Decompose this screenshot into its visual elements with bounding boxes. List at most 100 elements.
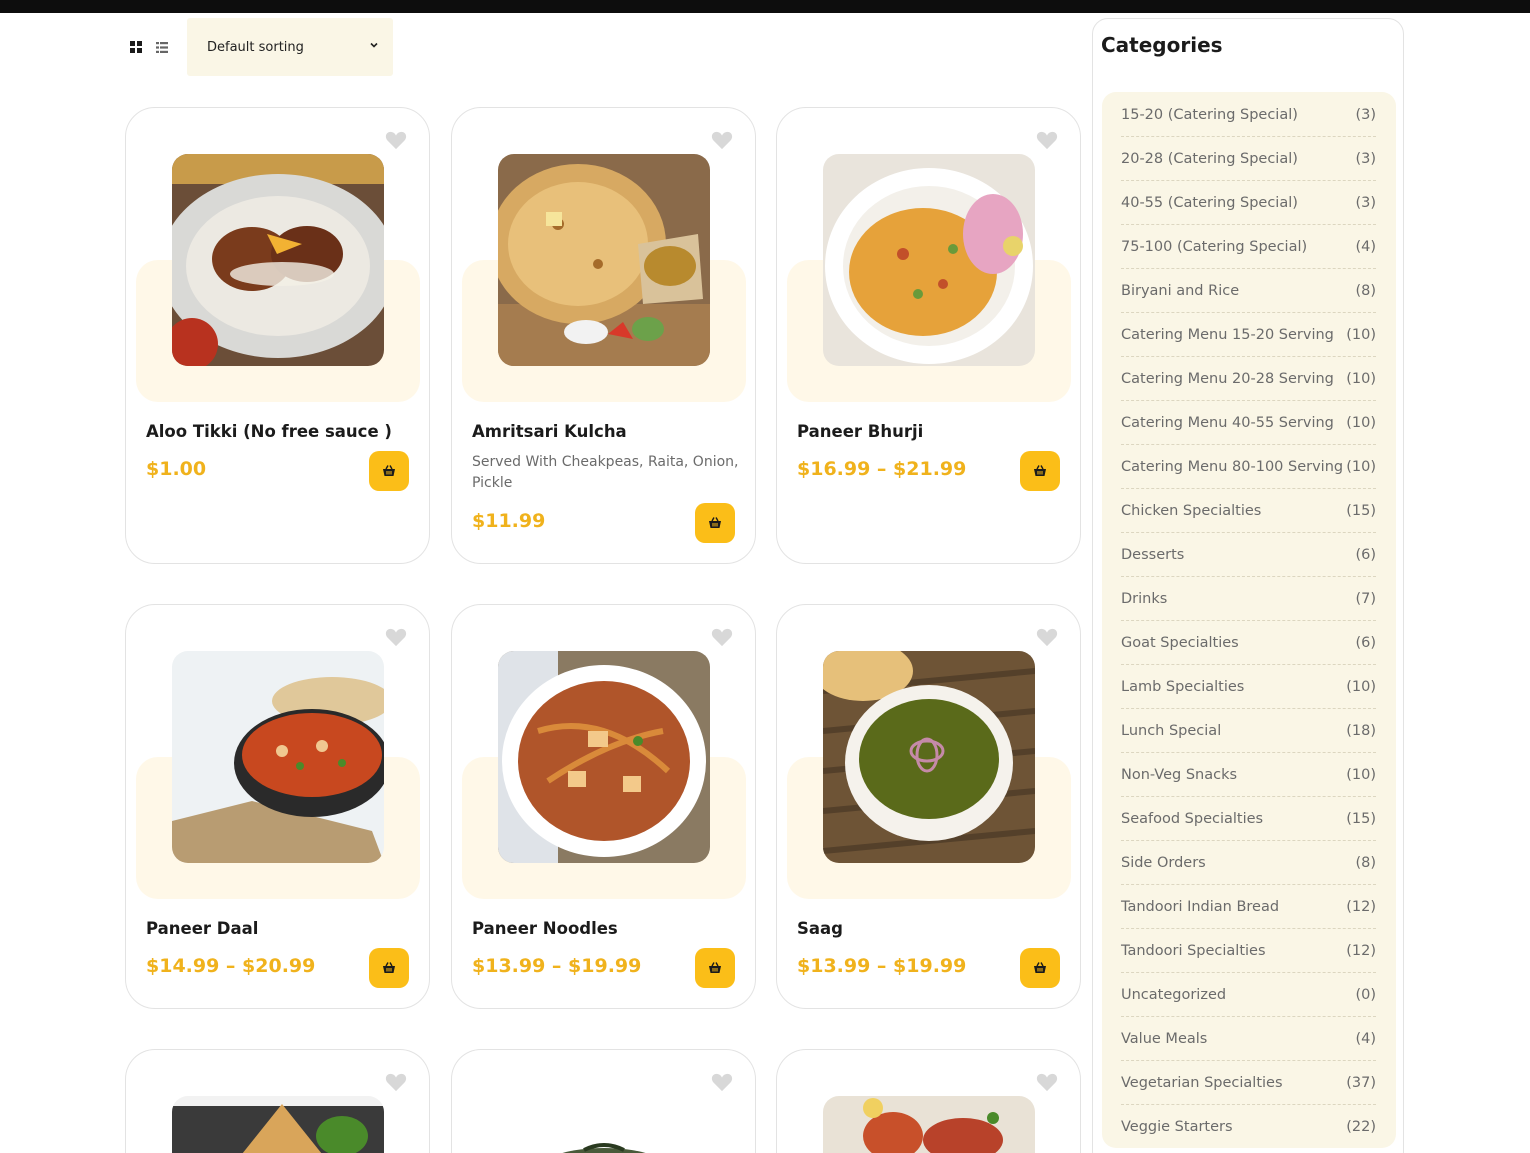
category-item[interactable]: Side Orders (8): [1121, 841, 1376, 885]
product-title[interactable]: Paneer Bhurji: [797, 422, 923, 441]
category-item[interactable]: Tandoori Indian Bread (12): [1121, 885, 1376, 929]
list-view-icon[interactable]: [152, 37, 172, 57]
category-item[interactable]: Catering Menu 40-55 Serving (10): [1121, 401, 1376, 445]
category-item[interactable]: Non-Veg Snacks (10): [1121, 753, 1376, 797]
product-title[interactable]: Paneer Noodles: [472, 919, 618, 938]
wishlist-heart-icon[interactable]: [711, 1072, 733, 1092]
product-image[interactable]: [823, 651, 1035, 863]
product-card[interactable]: [125, 1049, 430, 1153]
product-image[interactable]: [172, 154, 384, 366]
wishlist-heart-icon[interactable]: [711, 627, 733, 647]
category-name[interactable]: Side Orders: [1121, 855, 1206, 871]
basket-icon: [383, 465, 395, 476]
category-item[interactable]: 15-20 (Catering Special) (3): [1121, 93, 1376, 137]
category-name[interactable]: Catering Menu 80-100 Serving: [1121, 459, 1343, 475]
wishlist-heart-icon[interactable]: [385, 130, 407, 150]
category-name[interactable]: Biryani and Rice: [1121, 283, 1239, 299]
product-price: $13.99 – $19.99: [472, 955, 642, 977]
product-card[interactable]: Saag $13.99 – $19.99: [776, 604, 1081, 1009]
product-card[interactable]: Paneer Daal $14.99 – $20.99: [125, 604, 430, 1009]
category-name[interactable]: Catering Menu 15-20 Serving: [1121, 327, 1334, 343]
category-name[interactable]: Lunch Special: [1121, 723, 1221, 739]
product-image[interactable]: [172, 1096, 384, 1153]
wishlist-heart-icon[interactable]: [1036, 1072, 1058, 1092]
category-name[interactable]: Veggie Starters: [1121, 1119, 1233, 1135]
category-name[interactable]: Tandoori Indian Bread: [1121, 899, 1279, 915]
add-to-cart-button[interactable]: [1020, 451, 1060, 491]
product-card[interactable]: [451, 1049, 756, 1153]
basket-icon: [1034, 962, 1046, 973]
category-item[interactable]: Biryani and Rice (8): [1121, 269, 1376, 313]
category-item[interactable]: Goat Specialties (6): [1121, 621, 1376, 665]
grid-view-icon[interactable]: [126, 37, 146, 57]
category-count: (10): [1346, 766, 1376, 783]
product-card[interactable]: Paneer Noodles $13.99 – $19.99: [451, 604, 756, 1009]
add-to-cart-button[interactable]: [695, 503, 735, 543]
category-count: (3): [1355, 150, 1376, 167]
category-item[interactable]: Uncategorized (0): [1121, 973, 1376, 1017]
wishlist-heart-icon[interactable]: [711, 130, 733, 150]
category-name[interactable]: Vegetarian Specialties: [1121, 1075, 1283, 1091]
product-title[interactable]: Paneer Daal: [146, 919, 258, 938]
product-image[interactable]: [498, 1096, 710, 1153]
category-name[interactable]: 15-20 (Catering Special): [1121, 107, 1298, 123]
wishlist-heart-icon[interactable]: [385, 627, 407, 647]
category-name[interactable]: 75-100 (Catering Special): [1121, 239, 1307, 255]
category-name[interactable]: 40-55 (Catering Special): [1121, 195, 1298, 211]
add-to-cart-button[interactable]: [369, 948, 409, 988]
product-title[interactable]: Amritsari Kulcha: [472, 422, 627, 441]
category-name[interactable]: 20-28 (Catering Special): [1121, 151, 1298, 167]
category-item[interactable]: Veggie Starters (22): [1121, 1105, 1376, 1149]
category-item[interactable]: Value Meals (4): [1121, 1017, 1376, 1061]
category-name[interactable]: Desserts: [1121, 547, 1184, 563]
category-item[interactable]: Chicken Specialties (15): [1121, 489, 1376, 533]
product-card[interactable]: Paneer Bhurji $16.99 – $21.99: [776, 107, 1081, 564]
wishlist-heart-icon[interactable]: [385, 1072, 407, 1092]
category-name[interactable]: Non-Veg Snacks: [1121, 767, 1237, 783]
category-item[interactable]: 75-100 (Catering Special) (4): [1121, 225, 1376, 269]
category-name[interactable]: Lamb Specialties: [1121, 679, 1244, 695]
category-item[interactable]: Lamb Specialties (10): [1121, 665, 1376, 709]
category-name[interactable]: Uncategorized: [1121, 987, 1226, 1003]
category-item[interactable]: 40-55 (Catering Special) (3): [1121, 181, 1376, 225]
category-name[interactable]: Catering Menu 40-55 Serving: [1121, 415, 1334, 431]
category-item[interactable]: Catering Menu 80-100 Serving (10): [1121, 445, 1376, 489]
category-item[interactable]: Desserts (6): [1121, 533, 1376, 577]
category-count: (10): [1346, 370, 1376, 387]
category-item[interactable]: Seafood Specialties (15): [1121, 797, 1376, 841]
basket-icon: [709, 517, 721, 528]
category-item[interactable]: Lunch Special (18): [1121, 709, 1376, 753]
category-name[interactable]: Goat Specialties: [1121, 635, 1239, 651]
product-image[interactable]: [498, 154, 710, 366]
category-item[interactable]: Catering Menu 20-28 Serving (10): [1121, 357, 1376, 401]
sort-select[interactable]: Default sorting: [187, 18, 393, 76]
product-card[interactable]: Amritsari Kulcha Served With Cheakpeas, …: [451, 107, 756, 564]
wishlist-heart-icon[interactable]: [1036, 130, 1058, 150]
product-description: Served With Cheakpeas, Raita, Onion, Pic…: [472, 454, 739, 491]
category-item[interactable]: Tandoori Specialties (12): [1121, 929, 1376, 973]
category-name[interactable]: Chicken Specialties: [1121, 503, 1261, 519]
category-name[interactable]: Value Meals: [1121, 1031, 1207, 1047]
product-image[interactable]: [172, 651, 384, 863]
category-item[interactable]: Drinks (7): [1121, 577, 1376, 621]
add-to-cart-button[interactable]: [1020, 948, 1060, 988]
add-to-cart-button[interactable]: [369, 451, 409, 491]
product-card[interactable]: Aloo Tikki (No free sauce ) $1.00: [125, 107, 430, 564]
add-to-cart-button[interactable]: [695, 948, 735, 988]
product-price: $1.00: [146, 458, 207, 480]
category-name[interactable]: Tandoori Specialties: [1121, 943, 1266, 959]
top-bar: [0, 0, 1530, 13]
product-title[interactable]: Saag: [797, 919, 843, 938]
product-card[interactable]: [776, 1049, 1081, 1153]
product-image[interactable]: [823, 1096, 1035, 1153]
category-name[interactable]: Drinks: [1121, 591, 1167, 607]
product-image[interactable]: [823, 154, 1035, 366]
product-image[interactable]: [498, 651, 710, 863]
category-name[interactable]: Seafood Specialties: [1121, 811, 1263, 827]
category-item[interactable]: Vegetarian Specialties (37): [1121, 1061, 1376, 1105]
category-item[interactable]: Catering Menu 15-20 Serving (10): [1121, 313, 1376, 357]
product-title[interactable]: Aloo Tikki (No free sauce ): [146, 422, 392, 441]
category-item[interactable]: 20-28 (Catering Special) (3): [1121, 137, 1376, 181]
category-name[interactable]: Catering Menu 20-28 Serving: [1121, 371, 1334, 387]
wishlist-heart-icon[interactable]: [1036, 627, 1058, 647]
